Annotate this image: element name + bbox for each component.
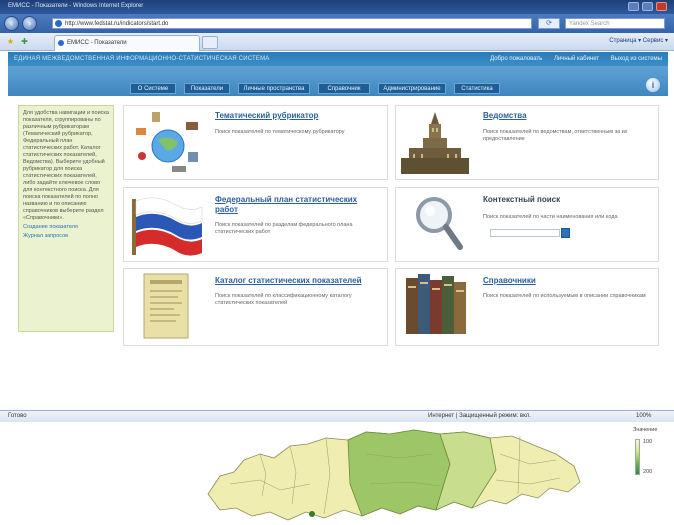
map-legend: Значение 100 200	[633, 427, 669, 487]
thematic-desc: Поиск показателей по тематическому рубри…	[215, 129, 345, 135]
menu-administration[interactable]: Администрирование	[378, 83, 446, 94]
back-arrow-icon: ‹	[10, 18, 13, 28]
request-log-link[interactable]: Журнал запросов	[23, 233, 109, 240]
menu-reference[interactable]: Справочник	[318, 83, 370, 94]
russia-map-icon	[207, 429, 581, 521]
legend-min: 200	[643, 469, 653, 475]
thematic-illustration-icon	[136, 112, 198, 172]
zoom-level[interactable]: 100%	[636, 411, 651, 422]
references-desc: Поиск показателей по используемым в опис…	[483, 293, 646, 299]
address-bar: ‹ › http://www.fedstat.ru/indicators/sta…	[0, 14, 674, 33]
catalog-title[interactable]: Каталог статистических показателей	[215, 276, 361, 286]
catalog-book-icon	[143, 273, 189, 339]
tab-bar: ★ ✚ ЕМИСС - Показатели Страница ▾ Сервис…	[0, 33, 674, 51]
legend-title: Значение	[633, 427, 658, 433]
status-bar: Готово Интернет | Защищенный режим: вкл.…	[0, 410, 674, 422]
menu-personal-spaces[interactable]: Личные пространства	[238, 83, 310, 94]
menu-about[interactable]: О Системе	[130, 83, 176, 94]
sidebar: Для удобства навигации и поиска показате…	[18, 105, 114, 332]
site-header: ЕДИНАЯ МЕЖВЕДОМСТВЕННАЯ ИНФОРМАЦИОННО-СТ…	[8, 52, 668, 66]
command-bar[interactable]: Страница ▾ Сервис ▾	[609, 37, 668, 44]
site-name: ЕДИНАЯ МЕЖВЕДОМСТВЕННАЯ ИНФОРМАЦИОННО-СТ…	[14, 56, 270, 62]
magnifier-icon	[416, 197, 463, 250]
context-desc: Поиск показателей по части наименования …	[483, 214, 618, 220]
fedplan-title[interactable]: Федеральный план статистических работ	[215, 195, 375, 215]
ie-page-icon	[55, 20, 62, 27]
window-titlebar: ЕМИСС - Показатели - Windows Internet Ex…	[0, 0, 674, 14]
agencies-desc: Поиск показателей по ведомствам, ответст…	[483, 129, 628, 142]
welcome-link[interactable]: Добро пожаловать	[490, 56, 542, 62]
tab-label: ЕМИСС - Показатели	[67, 40, 127, 46]
menu-indicators[interactable]: Показатели	[184, 83, 230, 94]
tab-page-icon	[58, 40, 64, 46]
url-text: http://www.fedstat.ru/indicators/start.d…	[65, 21, 169, 27]
legend-color-bar	[635, 439, 640, 475]
sidebar-help-text: Для удобства навигации и поиска показате…	[23, 110, 109, 221]
context-search-input[interactable]	[490, 229, 560, 237]
agencies-title[interactable]: Ведомства	[483, 111, 527, 121]
create-indicator-link[interactable]: Создание показателя	[23, 224, 109, 231]
books-stack-icon	[406, 274, 466, 334]
agency-building-icon	[401, 112, 469, 174]
favorites-star-icon[interactable]: ★	[6, 37, 15, 46]
logout-link[interactable]: Выход из системы	[611, 56, 662, 62]
window-title: ЕМИСС - Показатели - Windows Internet Ex…	[8, 3, 144, 9]
add-favorites-icon[interactable]: ✚	[20, 37, 29, 46]
security-zone: Интернет | Защищенный режим: вкл.	[428, 413, 531, 419]
url-input[interactable]: http://www.fedstat.ru/indicators/start.d…	[52, 18, 532, 29]
context-title: Контекстный поиск	[483, 195, 561, 204]
fedplan-desc: Поиск показателей по разделам федерально…	[215, 222, 353, 235]
header-links: Добро пожаловать Личный кабинет Выход из…	[480, 56, 662, 62]
references-title[interactable]: Справочники	[483, 276, 536, 286]
forward-button[interactable]: ›	[22, 16, 37, 31]
forward-arrow-icon: ›	[28, 18, 31, 28]
browser-search-input[interactable]: Yandex Search	[565, 18, 665, 29]
help-icon[interactable]: i	[646, 78, 660, 92]
site-menu: О Системе Показатели Личные пространства…	[8, 66, 668, 96]
refresh-button[interactable]: ⟳	[538, 18, 560, 29]
russian-flag-icon	[132, 197, 203, 256]
status-text: Готово	[8, 413, 27, 419]
context-search-button[interactable]	[561, 228, 570, 238]
minimize-button[interactable]	[628, 2, 639, 11]
legend-max: 100	[643, 439, 653, 445]
new-tab-button[interactable]	[202, 36, 218, 49]
cabinet-link[interactable]: Личный кабинет	[554, 56, 599, 62]
back-button[interactable]: ‹	[4, 16, 19, 31]
thematic-title[interactable]: Тематический рубрикатор	[215, 111, 318, 121]
menu-statistics[interactable]: Статистика	[454, 83, 500, 94]
close-window-button[interactable]	[656, 2, 667, 11]
maximize-button[interactable]	[642, 2, 653, 11]
catalog-desc: Поиск показателей по классификационному …	[215, 293, 352, 306]
tab-emiss[interactable]: ЕМИСС - Показатели	[54, 35, 200, 51]
